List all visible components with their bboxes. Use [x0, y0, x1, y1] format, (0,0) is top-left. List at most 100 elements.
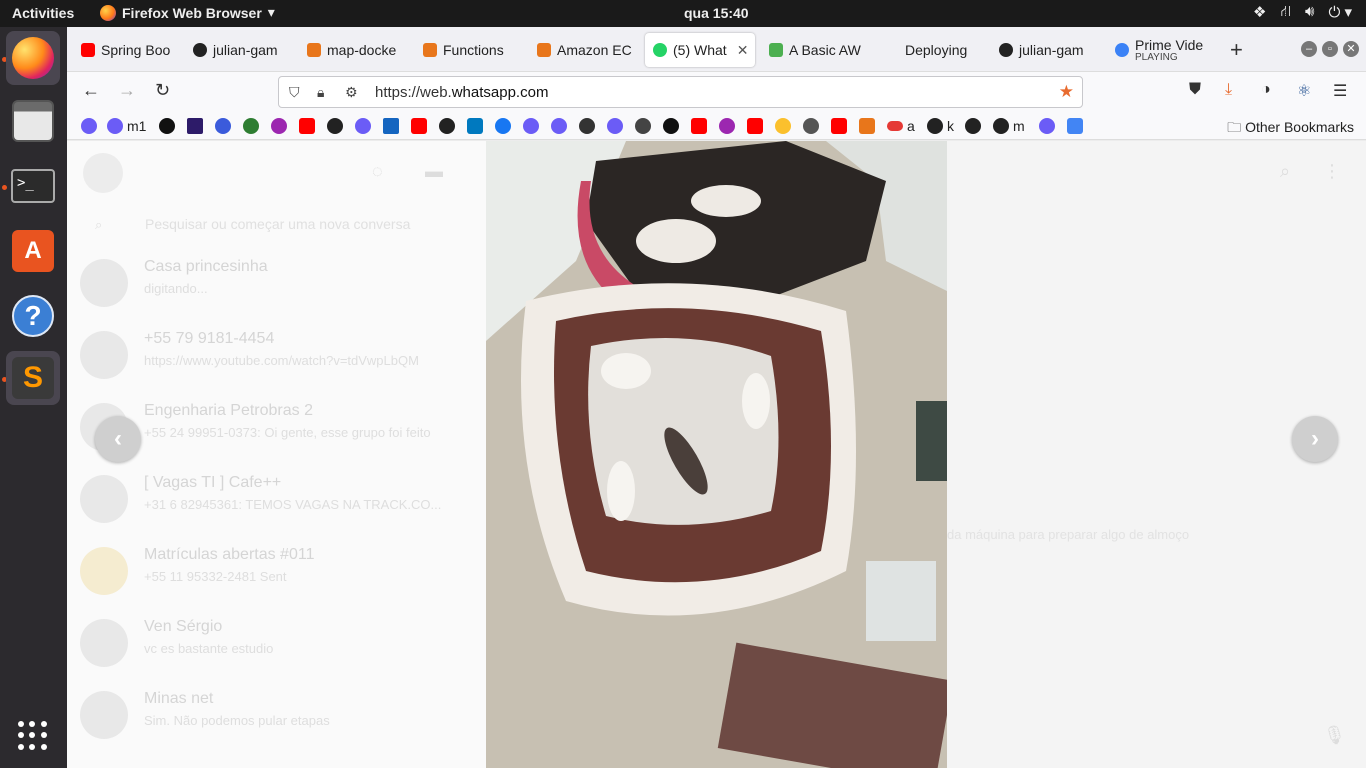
extension-icon[interactable]: ◑ [1261, 81, 1271, 99]
dock-software[interactable]: A [6, 224, 60, 278]
dock-files[interactable] [6, 94, 60, 148]
permissions-icon[interactable]: ⚙ [345, 84, 363, 101]
power-icon[interactable]: ⏻ ▾ [1328, 3, 1352, 22]
forward-icon[interactable]: → [118, 80, 136, 101]
dock-sublime[interactable]: S [6, 351, 60, 405]
bookmark-item[interactable] [187, 118, 203, 134]
chat-item[interactable]: [ Vagas TI ] Cafe++ +31 6 82945361: TEMOS… [77, 469, 477, 529]
tab[interactable]: Spring Boo [73, 33, 183, 67]
tab-prime-video[interactable]: Prime Vide PLAYING [1107, 33, 1219, 67]
bookmark-item[interactable] [1039, 118, 1055, 134]
bookmark-item[interactable] [719, 118, 735, 134]
close-window-icon[interactable]: ✕ [1343, 41, 1359, 57]
tab[interactable]: julian-gam [991, 33, 1103, 67]
tab[interactable]: A Basic AW [761, 33, 873, 67]
bookmark-item[interactable]: k [927, 118, 954, 134]
media-viewer-photo[interactable] [486, 141, 947, 768]
bookmark-item[interactable] [411, 118, 427, 134]
microphone-icon[interactable]: 🎙︎ [1323, 725, 1346, 746]
pocket-icon[interactable]: ⛊ [1189, 81, 1201, 99]
aws-ec2-icon [537, 43, 551, 57]
tab[interactable]: map-docke [299, 33, 413, 67]
chat-item[interactable]: Matrículas abertas #011 +55 11 95332-2481… [77, 541, 477, 601]
dock-terminal[interactable]: >_ [6, 159, 60, 213]
dropbox-icon[interactable]: ❖ [1253, 3, 1266, 22]
tab[interactable]: Amazon EC [529, 33, 643, 67]
bookmark-item[interactable] [1067, 118, 1083, 134]
menu-dots-icon[interactable]: ⋮ [1323, 161, 1341, 182]
tab[interactable]: Deploying [875, 33, 987, 67]
app-menu[interactable]: Firefox Web Browser ▾ [100, 4, 275, 21]
bookmark-star-icon[interactable]: ★ [1059, 82, 1074, 102]
react-devtools-icon[interactable]: ⚛ [1297, 81, 1311, 101]
bookmark-item[interactable] [635, 118, 651, 134]
chat-item[interactable]: +55 79 9181-4454 https://www.youtube.com/… [77, 325, 477, 385]
bookmark-item[interactable] [327, 118, 343, 134]
back-icon[interactable]: ← [82, 80, 100, 101]
status-icon[interactable]: ◌ [372, 161, 383, 182]
tab-whatsapp[interactable]: (5) What ✕ [645, 33, 755, 67]
dock-help[interactable]: ? [6, 289, 60, 343]
chat-item[interactable]: Ven Sérgio vc es bastante estudio [77, 613, 477, 673]
bookmark-item[interactable] [663, 118, 679, 134]
other-bookmarks[interactable]: 🗀 Other Bookmarks [1227, 117, 1354, 141]
bookmark-item[interactable] [965, 118, 981, 134]
bookmark-item[interactable]: m [993, 118, 1025, 134]
activities-button[interactable]: Activities [12, 5, 74, 21]
bookmark-item[interactable] [831, 118, 847, 134]
bookmark-icon [383, 118, 399, 134]
tab[interactable]: julian-gam [185, 33, 297, 67]
bookmark-item[interactable] [579, 118, 595, 134]
software-store-icon: A [12, 230, 54, 272]
url-bar[interactable]: ⛉ 🔒︎ ⚙ https://web.whatsapp.com ★ [278, 76, 1083, 108]
bookmark-item[interactable]: a [887, 118, 915, 134]
dock-firefox[interactable] [6, 31, 60, 85]
minimize-icon[interactable]: – [1301, 41, 1317, 57]
bookmark-item[interactable] [495, 118, 511, 134]
bookmark-item[interactable] [159, 118, 175, 134]
avatar[interactable] [83, 153, 123, 193]
bookmark-item[interactable] [215, 118, 231, 134]
aws-icon [859, 118, 875, 134]
bookmark-item[interactable] [243, 118, 259, 134]
bookmark-item[interactable] [607, 118, 623, 134]
search-icon[interactable]: ⌕ [1280, 161, 1290, 182]
lock-icon[interactable]: 🔒︎ [317, 84, 335, 101]
previous-media-button[interactable]: ‹ [95, 416, 141, 462]
system-tray[interactable]: ❖ ⛙ 🔊︎ ⏻ ▾ [1253, 3, 1352, 22]
bookmark-item[interactable] [383, 118, 399, 134]
clock[interactable]: qua 15:40 [684, 5, 749, 21]
bookmark-item[interactable] [551, 118, 567, 134]
new-tab-icon[interactable]: + [1230, 37, 1243, 63]
download-icon[interactable]: ⤓ [1225, 81, 1232, 99]
new-chat-icon[interactable]: ▬ [425, 161, 443, 182]
chat-item[interactable]: Minas net Sim. Não podemos pular etapas [77, 685, 477, 745]
bookmark-item[interactable] [803, 118, 819, 134]
bookmark-item[interactable] [523, 118, 539, 134]
bookmark-item[interactable] [439, 118, 455, 134]
chat-item[interactable]: Casa princesinha digitando... [77, 253, 477, 313]
bookmark-item[interactable] [355, 118, 371, 134]
bookmark-item[interactable]: m1 [107, 118, 146, 134]
menu-icon[interactable]: ☰ [1333, 81, 1347, 101]
shield-icon[interactable]: ⛉ [289, 84, 307, 101]
search-input[interactable]: Pesquisar ou começar uma nova conversa [145, 216, 410, 232]
reload-icon[interactable]: ↻ [155, 80, 170, 101]
url-text[interactable]: https://web.whatsapp.com [375, 84, 548, 101]
bookmark-item[interactable] [747, 118, 763, 134]
close-tab-icon[interactable]: ✕ [737, 42, 749, 59]
bookmark-icon [523, 118, 539, 134]
tab[interactable]: Functions [415, 33, 529, 67]
bookmark-item[interactable] [467, 118, 483, 134]
bookmark-item[interactable] [691, 118, 707, 134]
next-media-button[interactable]: › [1292, 416, 1338, 462]
network-icon[interactable]: ⛙ [1280, 3, 1291, 22]
bookmark-item[interactable] [859, 118, 875, 134]
maximize-icon[interactable]: ▫ [1322, 41, 1338, 57]
volume-icon[interactable]: 🔊︎ [1305, 3, 1314, 22]
bookmark-item[interactable] [299, 118, 315, 134]
show-apps-icon[interactable] [18, 721, 48, 751]
bookmark-item[interactable] [81, 118, 97, 134]
bookmark-item[interactable] [271, 118, 287, 134]
bookmark-item[interactable] [775, 118, 791, 134]
